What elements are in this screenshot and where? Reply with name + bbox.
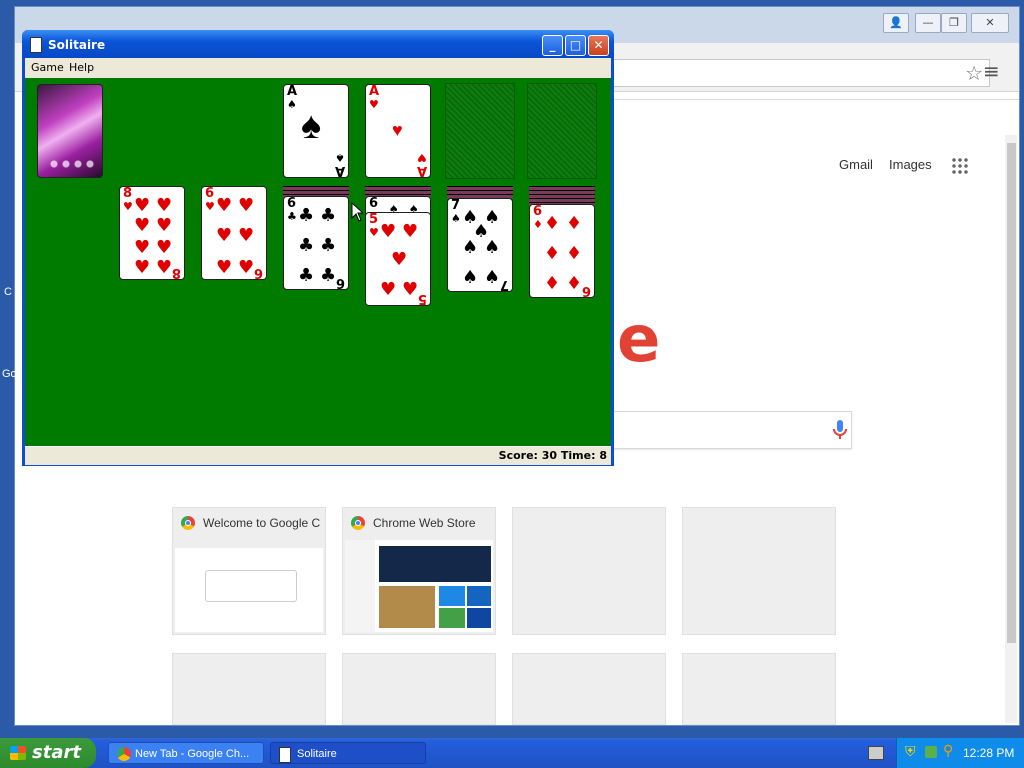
taskbar-item-chrome[interactable]: New Tab - Google Ch... [108,742,264,764]
desktop-icon-label[interactable]: C [4,286,12,298]
network-icon[interactable] [925,746,937,758]
bookmark-star-icon[interactable]: ☆ [965,61,983,85]
tableau-card[interactable]: 6 ♥ ♥ ♥ ♥ ♥ ♥ ♥ 6 [201,186,267,280]
window-title: Solitaire [48,38,106,52]
clock: 12:28 PM [963,746,1015,760]
microphone-icon[interactable] [833,420,847,440]
close-button[interactable]: ✕ [588,35,609,56]
tableau-card[interactable]: 6 ♦ ♦ ♦ ♦ ♦ ♦ ♦ 6 [529,204,595,298]
menu-bar: Game Help [25,58,611,78]
chrome-favicon-icon [351,516,365,530]
search-icon[interactable]: ⚲ [943,743,953,759]
security-shield-icon[interactable]: ⛨ [905,744,916,760]
most-visited-tile-empty [172,653,326,725]
chrome-minimize-button[interactable]: — [915,13,941,33]
taskbar-item-label: New Tab - Google Ch... [135,748,250,760]
chrome-close-button[interactable]: ✕ [971,13,1009,33]
solitaire-titlebar[interactable]: Solitaire _ □ ✕ [22,30,614,58]
menu-game[interactable]: Game [31,61,64,74]
tile-title: Chrome Web Store [373,516,476,530]
google-search-box[interactable] [613,411,852,449]
gmail-link[interactable]: Gmail [839,157,873,172]
status-bar: Score: 30 Time: 8 [25,446,611,465]
mouse-cursor-icon [351,202,363,222]
tile-title: Welcome to Google C [203,516,321,530]
chrome-maximize-button[interactable]: ❐ [941,13,967,33]
windows-logo-icon [10,746,26,760]
tile-thumbnail [345,540,493,632]
chrome-favicon-icon [181,516,195,530]
images-link[interactable]: Images [889,157,932,172]
address-bar[interactable]: ☆ [613,59,990,87]
close-icon: ✕ [593,38,604,52]
tableau-card[interactable]: 8 ♥ ♥ ♥ ♥ ♥ ♥ ♥ ♥ ♥ 8 [119,186,185,280]
foundation-card[interactable]: A ♥ ♥ A ♥ [365,84,431,178]
most-visited-tile-empty [682,653,836,725]
chrome-icon [117,747,131,761]
minimize-button[interactable]: _ [542,35,563,56]
minimize-icon: — [922,16,934,29]
scrollbar-thumb[interactable] [1007,143,1016,643]
tableau-card[interactable]: 6 ♣ ♣ ♣ ♣ ♣ ♣ ♣ 6 [283,196,349,290]
taskbar-item-solitaire[interactable]: Solitaire [270,742,426,764]
tableau-card[interactable]: 5 ♥ ♥ ♥ ♥ ♥ ♥ 5 [365,212,431,306]
start-button[interactable]: start [0,738,96,768]
heart-icon: ♥ [392,120,403,140]
stock-pile[interactable] [37,84,103,178]
foundation-empty-slot[interactable] [445,83,515,179]
minimize-icon: _ [549,38,556,52]
solitaire-window: Solitaire _ □ ✕ Game Help A ♠ ♠ A ♠ A ♥ … [22,30,614,466]
profile-button[interactable]: 👤 [883,13,909,33]
tile-thumbnail [175,540,323,632]
solitaire-icon [279,747,291,763]
bookmark-divider [613,99,1019,100]
taskbar-item-label: Solitaire [297,748,337,760]
desktop-icon-label[interactable]: Go [2,368,17,380]
tableau-card[interactable]: 7 ♠ ♠ ♠ ♠ ♠ ♠ ♠ ♠ 7 [447,198,513,292]
most-visited-tile-empty [512,653,666,725]
close-icon: ✕ [985,16,995,29]
apps-grid-icon[interactable] [951,157,969,175]
keyboard-icon[interactable] [868,746,884,760]
score-time: Score: 30 Time: 8 [498,449,607,462]
chrome-menu-icon[interactable]: ≡ [983,59,1000,83]
game-table[interactable]: A ♠ ♠ A ♠ A ♥ ♥ A ♥ 8 ♥ ♥ ♥ ♥ ♥ ♥ ♥ ♥ ♥ 8 [25,78,611,446]
maximize-icon: ❐ [949,16,959,29]
foundation-empty-slot[interactable] [527,83,597,179]
spade-icon: ♠ [301,105,322,147]
menu-help[interactable]: Help [69,61,94,74]
maximize-icon: □ [569,38,582,52]
foundation-card[interactable]: A ♠ ♠ A ♠ [283,84,349,178]
maximize-button[interactable]: □ [565,35,586,56]
most-visited-tile[interactable]: Chrome Web Store [342,507,496,635]
google-logo: e [617,303,661,377]
system-tray: ⛨ ⚲ 12:28 PM [896,738,1024,768]
most-visited-tile-empty [512,507,666,635]
solitaire-app-icon [30,37,42,53]
start-label: start [32,742,81,763]
most-visited-tile-empty [682,507,836,635]
most-visited-tile[interactable]: Welcome to Google C [172,507,326,635]
user-icon: 👤 [889,16,903,29]
most-visited-tile-empty [342,653,496,725]
